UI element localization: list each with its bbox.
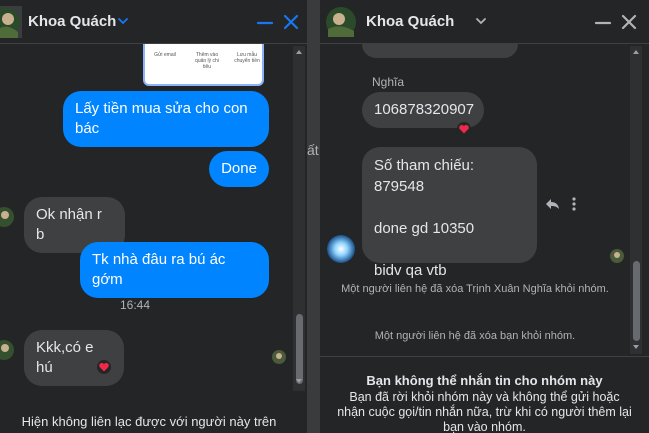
reply-icon[interactable] <box>544 197 560 211</box>
transfer-receipt-preview[interactable]: Gửi email Thêm vào quản lý chi tiêu Lưu … <box>143 44 264 86</box>
message-outgoing[interactable]: Done <box>209 151 269 187</box>
preview-label-expense: Thêm vào quản lý chi tiêu <box>195 52 219 70</box>
chat-window-right: Khoa Quách Nghĩa 106878320907 Số tham ch… <box>320 0 649 433</box>
sender-avatar[interactable] <box>327 235 355 263</box>
background-text: ất <box>307 142 319 158</box>
contact-avatar-small <box>0 340 14 360</box>
preview-label-email: Gửi email <box>154 52 176 58</box>
message-outgoing[interactable]: Lấy tiền mua sửa cho con bác <box>63 91 269 147</box>
seen-avatar <box>272 350 286 364</box>
contact-name[interactable]: Khoa Quách <box>28 13 116 30</box>
scrollbar[interactable] <box>630 46 642 354</box>
minimize-icon[interactable] <box>256 13 274 31</box>
contact-avatar[interactable] <box>0 6 22 38</box>
message-line: Số tham chiếu: 879548 <box>374 157 475 195</box>
more-options-icon[interactable] <box>570 196 578 212</box>
scroll-down-arrow-icon[interactable] <box>632 343 640 351</box>
heart-reaction-icon[interactable] <box>457 122 471 136</box>
preview-label-template: Lưu mẫu chuyển tiền <box>234 52 260 64</box>
system-notice: Một người liên hệ đã xóa Trịnh Xuân Nghĩ… <box>341 283 609 295</box>
system-notice: Một người liên hệ đã xóa bạn khỏi nhóm. <box>374 330 576 342</box>
heart-reaction-icon[interactable] <box>97 360 111 374</box>
background-page-strip: ất <box>307 0 320 433</box>
chevron-down-icon[interactable] <box>116 14 130 28</box>
chat-header: Khoa Quách <box>0 0 307 44</box>
seen-avatar <box>610 249 624 263</box>
scroll-up-arrow-icon[interactable] <box>632 48 640 56</box>
scrollbar[interactable] <box>293 46 305 391</box>
scroll-up-arrow-icon[interactable] <box>295 48 303 56</box>
message-line: bidv qa vtb <box>374 262 447 279</box>
unavailable-notice: Hiện không liên lạc được với người này t… <box>21 414 277 429</box>
chat-header: Khoa Quách <box>320 0 649 44</box>
message-incoming-multiline[interactable]: Số tham chiếu: 879548 done gd 10350 bidv… <box>362 147 537 279</box>
close-icon[interactable] <box>282 13 300 31</box>
message-outgoing[interactable]: Tk nhà đâu ra bú ác gớm <box>80 242 269 298</box>
cannot-message-banner: Bạn không thể nhắn tin cho nhóm này Bạn … <box>320 356 649 433</box>
minimize-icon[interactable] <box>594 13 612 31</box>
contact-avatar-small <box>0 207 14 227</box>
contact-avatar[interactable] <box>326 7 356 37</box>
message-timestamp: 16:44 <box>119 298 151 312</box>
contact-name[interactable]: Khoa Quách <box>366 13 454 30</box>
chat-window-left: Khoa Quách Gửi email Thêm vào quản lý ch… <box>0 0 307 433</box>
scroll-thumb[interactable] <box>296 314 303 384</box>
message-line: done gd 10350 <box>374 220 475 237</box>
sender-name: Nghĩa <box>372 75 405 89</box>
banner-body: Bạn đã rời khỏi nhóm này và không thể gử… <box>337 390 632 433</box>
banner-title: Bạn không thể nhắn tin cho nhóm này <box>366 373 603 388</box>
message-incoming[interactable]: Kkk,có e hú <box>24 330 124 386</box>
scroll-down-arrow-icon[interactable] <box>295 377 303 385</box>
scroll-thumb[interactable] <box>633 261 640 341</box>
close-icon[interactable] <box>620 13 638 31</box>
chevron-down-icon[interactable] <box>474 14 488 28</box>
